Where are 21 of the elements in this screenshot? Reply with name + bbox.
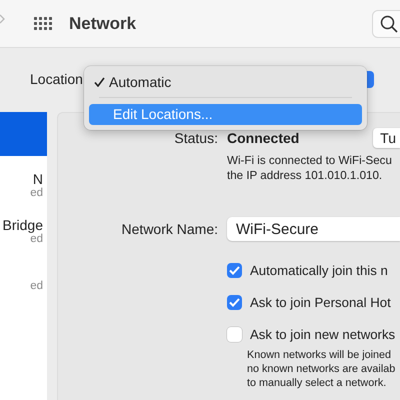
checkbox[interactable] (227, 263, 242, 278)
checkbox-label: Ask to join Personal Hot (250, 295, 391, 310)
sidebar-item[interactable]: ed (0, 254, 47, 300)
status-value: Connected (227, 130, 300, 146)
network-name-label: Network Name: (120, 221, 218, 237)
search-icon (380, 14, 398, 32)
network-name-field[interactable]: WiFi-Secure (227, 217, 400, 241)
turn-button[interactable]: Tu (373, 128, 400, 148)
menu-item[interactable]: Automatic (89, 71, 362, 92)
checkbox[interactable] (227, 327, 242, 342)
sidebar-item[interactable]: N ed (0, 162, 47, 208)
checkbox-label: Automatically join this n (250, 263, 388, 278)
checkbox[interactable] (227, 295, 242, 310)
grid-icon[interactable] (34, 16, 53, 30)
status-description: Wi-Fi is connected to WiFi-Secu the IP address 101.010.1.010. (227, 154, 393, 183)
location-label: Location (30, 71, 83, 87)
status-label: Status: (173, 130, 218, 146)
help-text: Known networks will be joined no known networks are availab to manually select a network. (246, 348, 396, 390)
checkbox-label: Ask to join new networks (250, 327, 396, 342)
window-title: Network (69, 14, 136, 34)
sidebar-item[interactable]: Bridge ed (0, 208, 47, 254)
